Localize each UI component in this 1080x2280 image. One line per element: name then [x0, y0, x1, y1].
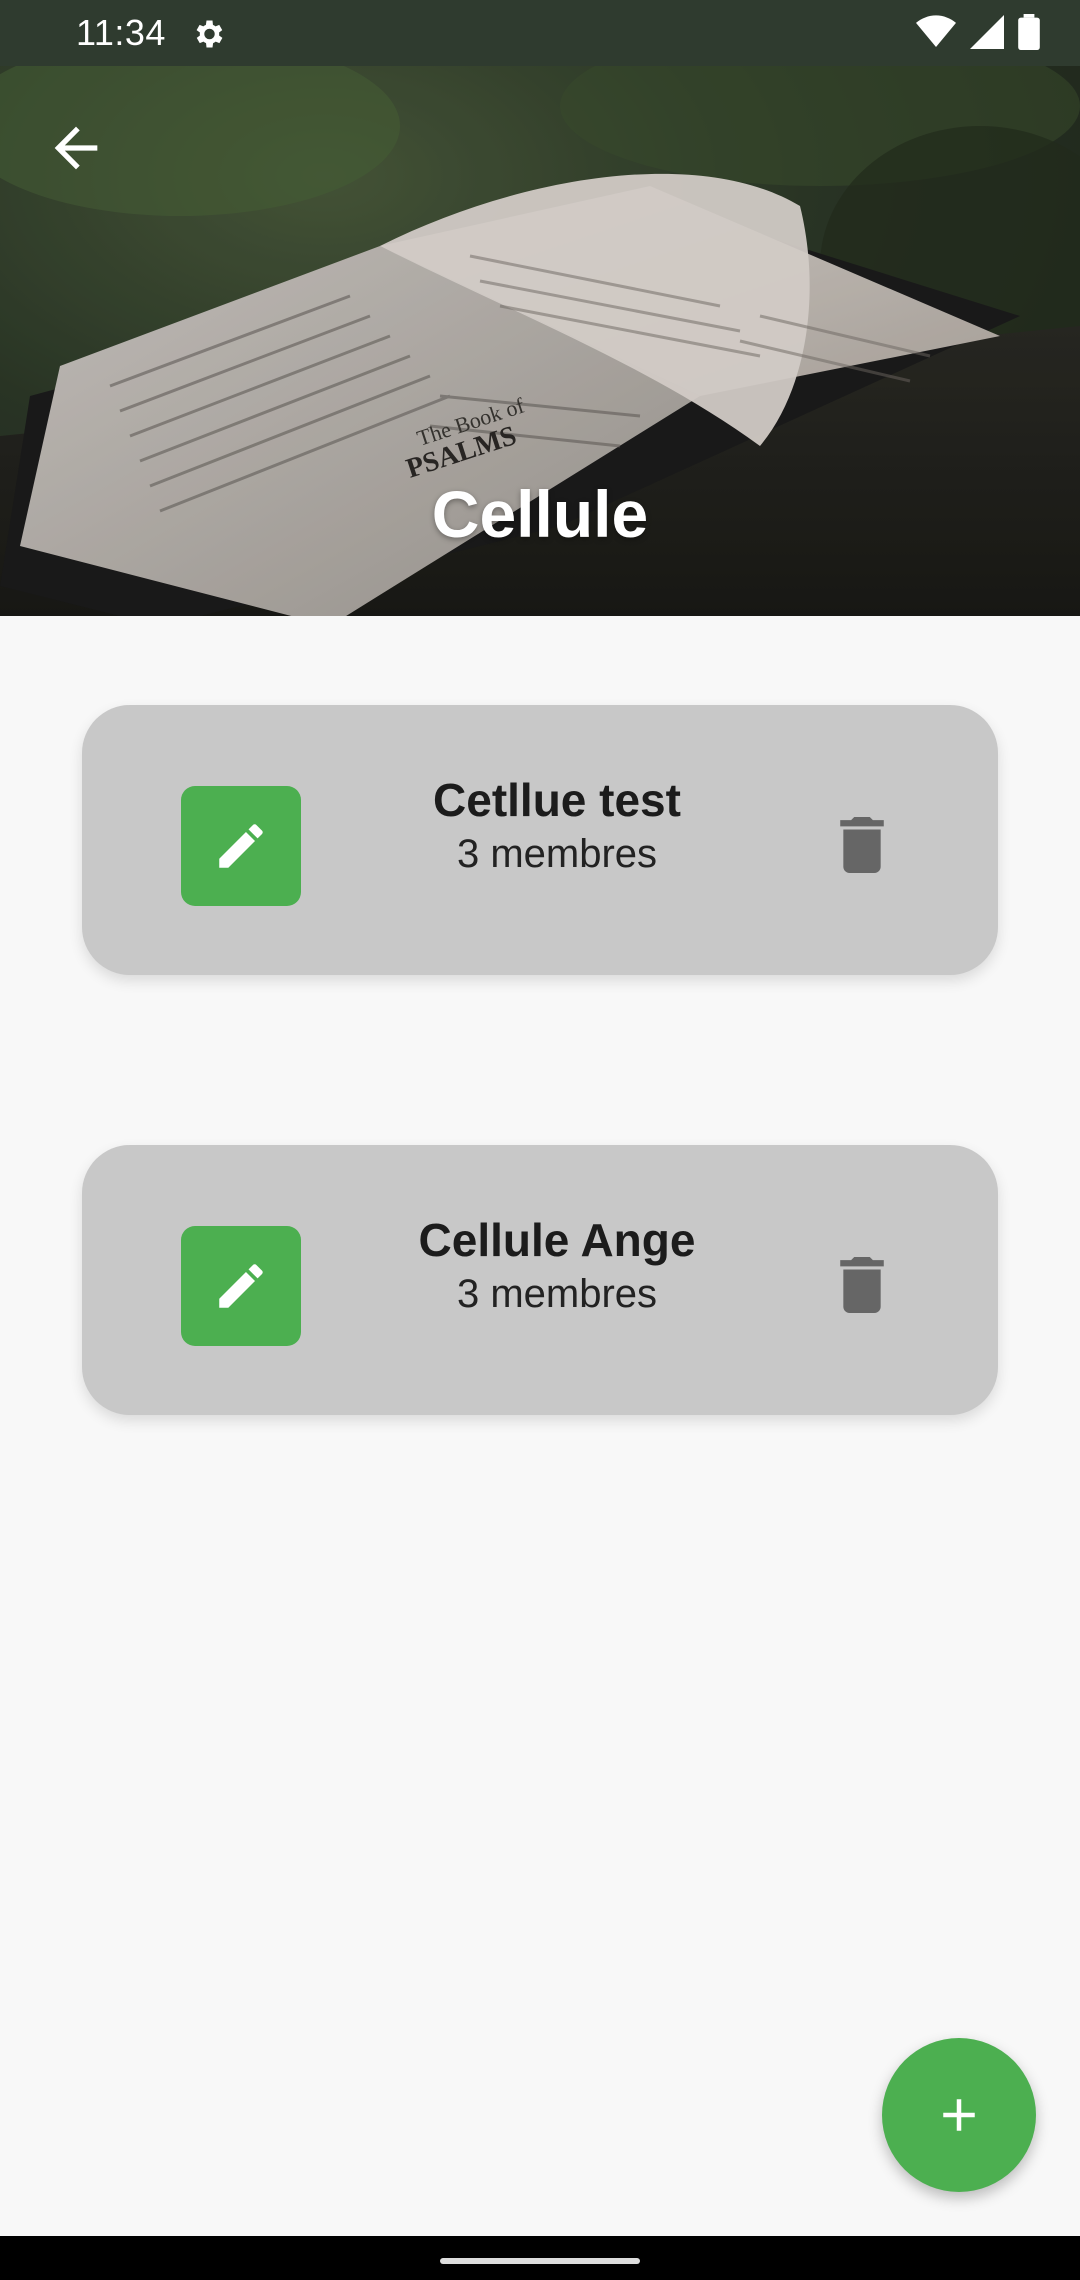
gear-icon	[196, 20, 223, 48]
status-time: 11:34	[76, 12, 166, 53]
signal-icon	[970, 15, 1004, 49]
cell-members: 3 membres	[456, 832, 658, 877]
cell-info: Cetllue test 3 membres	[382, 773, 732, 877]
cell-name: Cetllue test	[433, 774, 681, 826]
trash-icon[interactable]	[837, 817, 887, 873]
cell-name: Cellule Ange	[418, 1214, 696, 1266]
battery-icon	[1018, 14, 1040, 50]
wifi-icon	[916, 15, 956, 48]
cell-info: Cellule Ange 3 membres	[382, 1213, 732, 1317]
edit-button[interactable]	[181, 786, 301, 906]
add-cell-button[interactable]	[882, 2038, 1036, 2192]
pencil-icon	[219, 1264, 263, 1308]
status-bar: 11:34	[0, 0, 1080, 66]
cell-card[interactable]: Cellule Ange 3 membres	[82, 1145, 998, 1415]
navigation-bar	[0, 2236, 1080, 2280]
pencil-icon	[219, 824, 263, 868]
edit-button[interactable]	[181, 1226, 301, 1346]
cell-card[interactable]: Cetllue test 3 membres	[82, 705, 998, 975]
cell-members: 3 membres	[456, 1272, 658, 1317]
page-title: Cellule	[431, 477, 649, 551]
home-gesture-handle[interactable]	[440, 2258, 640, 2264]
arrow-left-icon[interactable]	[44, 116, 108, 180]
trash-icon[interactable]	[837, 1257, 887, 1313]
header-banner: The Book of PSALMS Cellule	[0, 66, 1080, 616]
plus-icon	[943, 2099, 975, 2131]
